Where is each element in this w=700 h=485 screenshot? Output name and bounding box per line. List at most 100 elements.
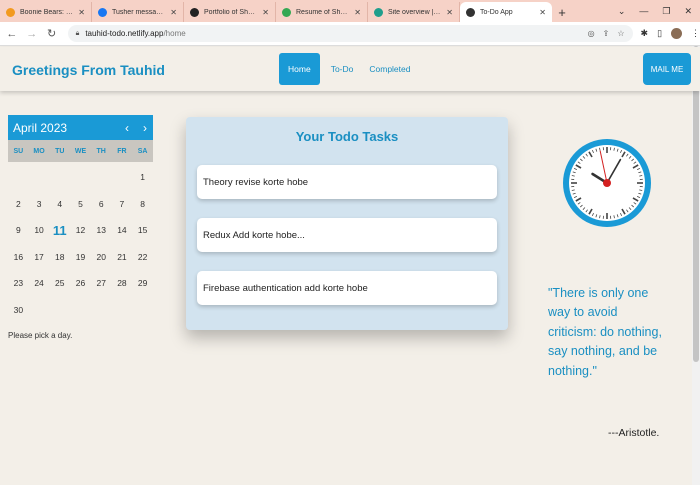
calendar-day[interactable]: 30	[8, 305, 29, 315]
calendar-day[interactable]: 3	[29, 199, 50, 209]
calendar-weekday: TH	[96, 147, 106, 155]
main-nav: Home To-Do Completed	[279, 53, 415, 85]
address-bar[interactable]: 🔒︎ tauhid-todo.netlify.app/home ◎ ⇪ ☆	[67, 25, 633, 42]
calendar-weekday: SA	[137, 147, 148, 155]
calendar-day[interactable]: 19	[70, 252, 91, 262]
tab-title: Resume of Shahidul Is	[296, 8, 350, 16]
calendar-day[interactable]: 18	[49, 252, 70, 262]
google-lens-icon[interactable]: ◎	[588, 29, 595, 38]
calendar-day[interactable]: 26	[70, 278, 91, 288]
profile-avatar[interactable]	[671, 28, 683, 39]
calendar-day[interactable]: 20	[91, 252, 112, 262]
calendar-day[interactable]: 16	[8, 252, 29, 262]
maximize-icon[interactable]: ❐	[662, 6, 670, 17]
browser-tab[interactable]: Site overview | tauhid ✕	[368, 2, 460, 22]
calendar-weekday: WE	[74, 147, 87, 155]
url-path: /home	[163, 29, 186, 38]
calendar-weekday: TU	[55, 147, 65, 155]
browser-tab[interactable]: Portfolio of Shahid ✕	[184, 2, 276, 22]
minimize-icon[interactable]: —	[639, 6, 648, 16]
bookmark-star-icon[interactable]: ☆	[617, 29, 624, 38]
calendar-day[interactable]: 24	[29, 278, 50, 288]
brand-title: Greetings From Tauhid	[12, 62, 165, 78]
tab-favicon-icon	[190, 7, 199, 17]
calendar-weekday: MO	[33, 147, 45, 155]
mail-me-button[interactable]: MAIL ME	[643, 53, 691, 85]
tab-close-icon[interactable]: ✕	[262, 8, 269, 17]
calendar-day[interactable]: 9	[8, 225, 29, 235]
calendar-next-icon[interactable]: ›	[143, 121, 147, 135]
tab-title: Boonie Bears: Back to	[20, 8, 75, 16]
calendar-day[interactable]: 17	[29, 252, 50, 262]
calendar-day[interactable]: 6	[91, 199, 112, 209]
tab-close-icon[interactable]: ✕	[170, 8, 177, 17]
tab-title: To-Do App	[480, 8, 513, 16]
browser-tab[interactable]: Boonie Bears: Back to✕	[0, 2, 92, 22]
tab-title: Portfolio of Shahid	[204, 8, 259, 16]
forward-icon[interactable]: →	[24, 28, 40, 40]
todo-item[interactable]: Redux Add korte hobe...	[197, 218, 497, 252]
calendar-day[interactable]: 25	[49, 278, 70, 288]
quote-author: ---Aristotle.	[608, 427, 660, 439]
extensions-icon[interactable]: ✱	[641, 28, 649, 39]
browser-tab[interactable]: Tusher messaged US-✕	[92, 2, 184, 22]
browser-tab[interactable]: Resume of Shahidul Is ✕	[276, 2, 368, 22]
browser-tab-strip: Boonie Bears: Back to✕Tusher messaged US…	[0, 0, 700, 22]
calendar-days: 1 2 3 4 5 6 7 8 9 10 11 12 13 14 15 16 17 18 19 20 21 22 23 24 2…	[8, 162, 153, 323]
tab-favicon-icon	[374, 7, 383, 17]
calendar-weekday: SU	[13, 147, 24, 155]
calendar-day[interactable]: 5	[70, 199, 91, 209]
calendar-day[interactable]: 10	[29, 225, 50, 235]
todo-title: Your Todo Tasks	[295, 129, 399, 144]
todo-item[interactable]: Theory revise korte hobe	[197, 165, 497, 199]
tab-close-icon[interactable]: ✕	[539, 8, 546, 17]
calendar-day[interactable]: 13	[91, 225, 112, 235]
lock-icon[interactable]: 🔒︎	[76, 30, 80, 38]
calendar-header: April 2023 ‹ ›	[8, 115, 153, 140]
calendar-day[interactable]: 28	[112, 278, 133, 288]
calendar-day[interactable]: 23	[8, 278, 29, 288]
tab-search-icon[interactable]: ⌄	[618, 6, 626, 17]
todo-item[interactable]: Firebase authentication add korte hobe	[197, 271, 497, 305]
browser-tab[interactable]: To-Do App ✕	[460, 2, 552, 22]
back-icon[interactable]: ←	[4, 28, 20, 40]
close-window-icon[interactable]: ✕	[684, 6, 692, 17]
tab-favicon-icon	[282, 7, 291, 17]
calendar-day[interactable]: 29	[132, 278, 153, 288]
calendar-day[interactable]: 21	[112, 252, 133, 262]
calendar-message: Please pick a day.	[8, 331, 73, 340]
nav-completed[interactable]: Completed	[364, 53, 415, 85]
calendar-day[interactable]: 7	[112, 199, 133, 209]
reload-icon[interactable]: ↻	[44, 27, 60, 40]
calendar: April 2023 ‹ › SU MO TU WE TH FR SA 1234567891…	[8, 115, 153, 323]
menu-kebab-icon[interactable]: ⋮	[691, 28, 700, 39]
calendar-day[interactable]: 8	[132, 199, 153, 209]
tab-title: Site overview | tauhid	[388, 8, 442, 16]
share-icon[interactable]: ⇪	[603, 29, 610, 38]
nav-home[interactable]: Home	[279, 53, 320, 85]
tab-title: Tusher messaged US-	[112, 8, 167, 16]
calendar-day[interactable]: 15	[132, 225, 153, 235]
calendar-day[interactable]: 27	[91, 278, 112, 288]
calendar-day-today[interactable]: 11	[49, 223, 70, 238]
new-tab-button[interactable]: +	[552, 2, 572, 22]
calendar-day[interactable]: 14	[112, 225, 133, 235]
calendar-day[interactable]: 1	[132, 172, 153, 182]
tab-close-icon[interactable]: ✕	[446, 8, 453, 17]
calendar-day[interactable]: 2	[8, 199, 29, 209]
calendar-day[interactable]: 4	[49, 199, 70, 209]
calendar-month-label: April 2023	[13, 120, 68, 135]
quote-text: "There is only one way to avoid criticis…	[548, 286, 662, 378]
tab-favicon-icon	[466, 7, 475, 17]
analog-clock	[563, 139, 651, 227]
nav-todo[interactable]: To-Do	[326, 53, 359, 85]
tab-close-icon[interactable]: ✕	[354, 8, 361, 17]
tab-favicon-icon	[98, 7, 107, 17]
calendar-day[interactable]: 22	[132, 252, 153, 262]
calendar-prev-icon[interactable]: ‹	[125, 121, 129, 135]
calendar-day[interactable]: 12	[70, 225, 91, 235]
clock-center	[603, 179, 611, 187]
side-panel-icon[interactable]: ▯	[657, 28, 662, 39]
page: Greetings From Tauhid Home To-Do Complet…	[0, 47, 700, 485]
tab-close-icon[interactable]: ✕	[78, 8, 85, 17]
